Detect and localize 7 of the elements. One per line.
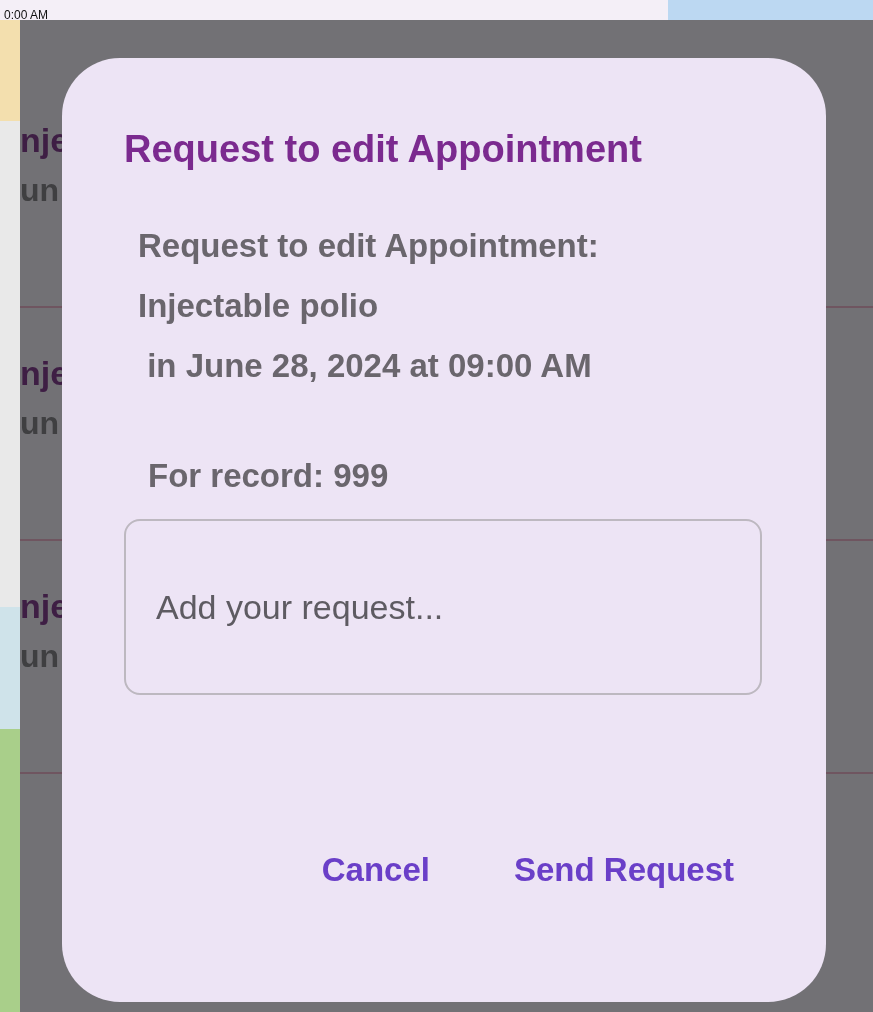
dialog-button[interactable]: Cancel: [321, 845, 430, 895]
dialog-button[interactable]: Send Request: [513, 845, 734, 895]
dialog-message: Request to edit Appointment: Injectable polio in June 28, 2024 at 09:00 AM: [137, 226, 600, 386]
time-text: 0:00 AM: [4, 8, 49, 22]
record-label: For record: 999: [147, 456, 390, 496]
request-field[interactable]: Add your request...: [124, 519, 762, 695]
dialog-title: Request to edit Appointment: [124, 127, 643, 172]
